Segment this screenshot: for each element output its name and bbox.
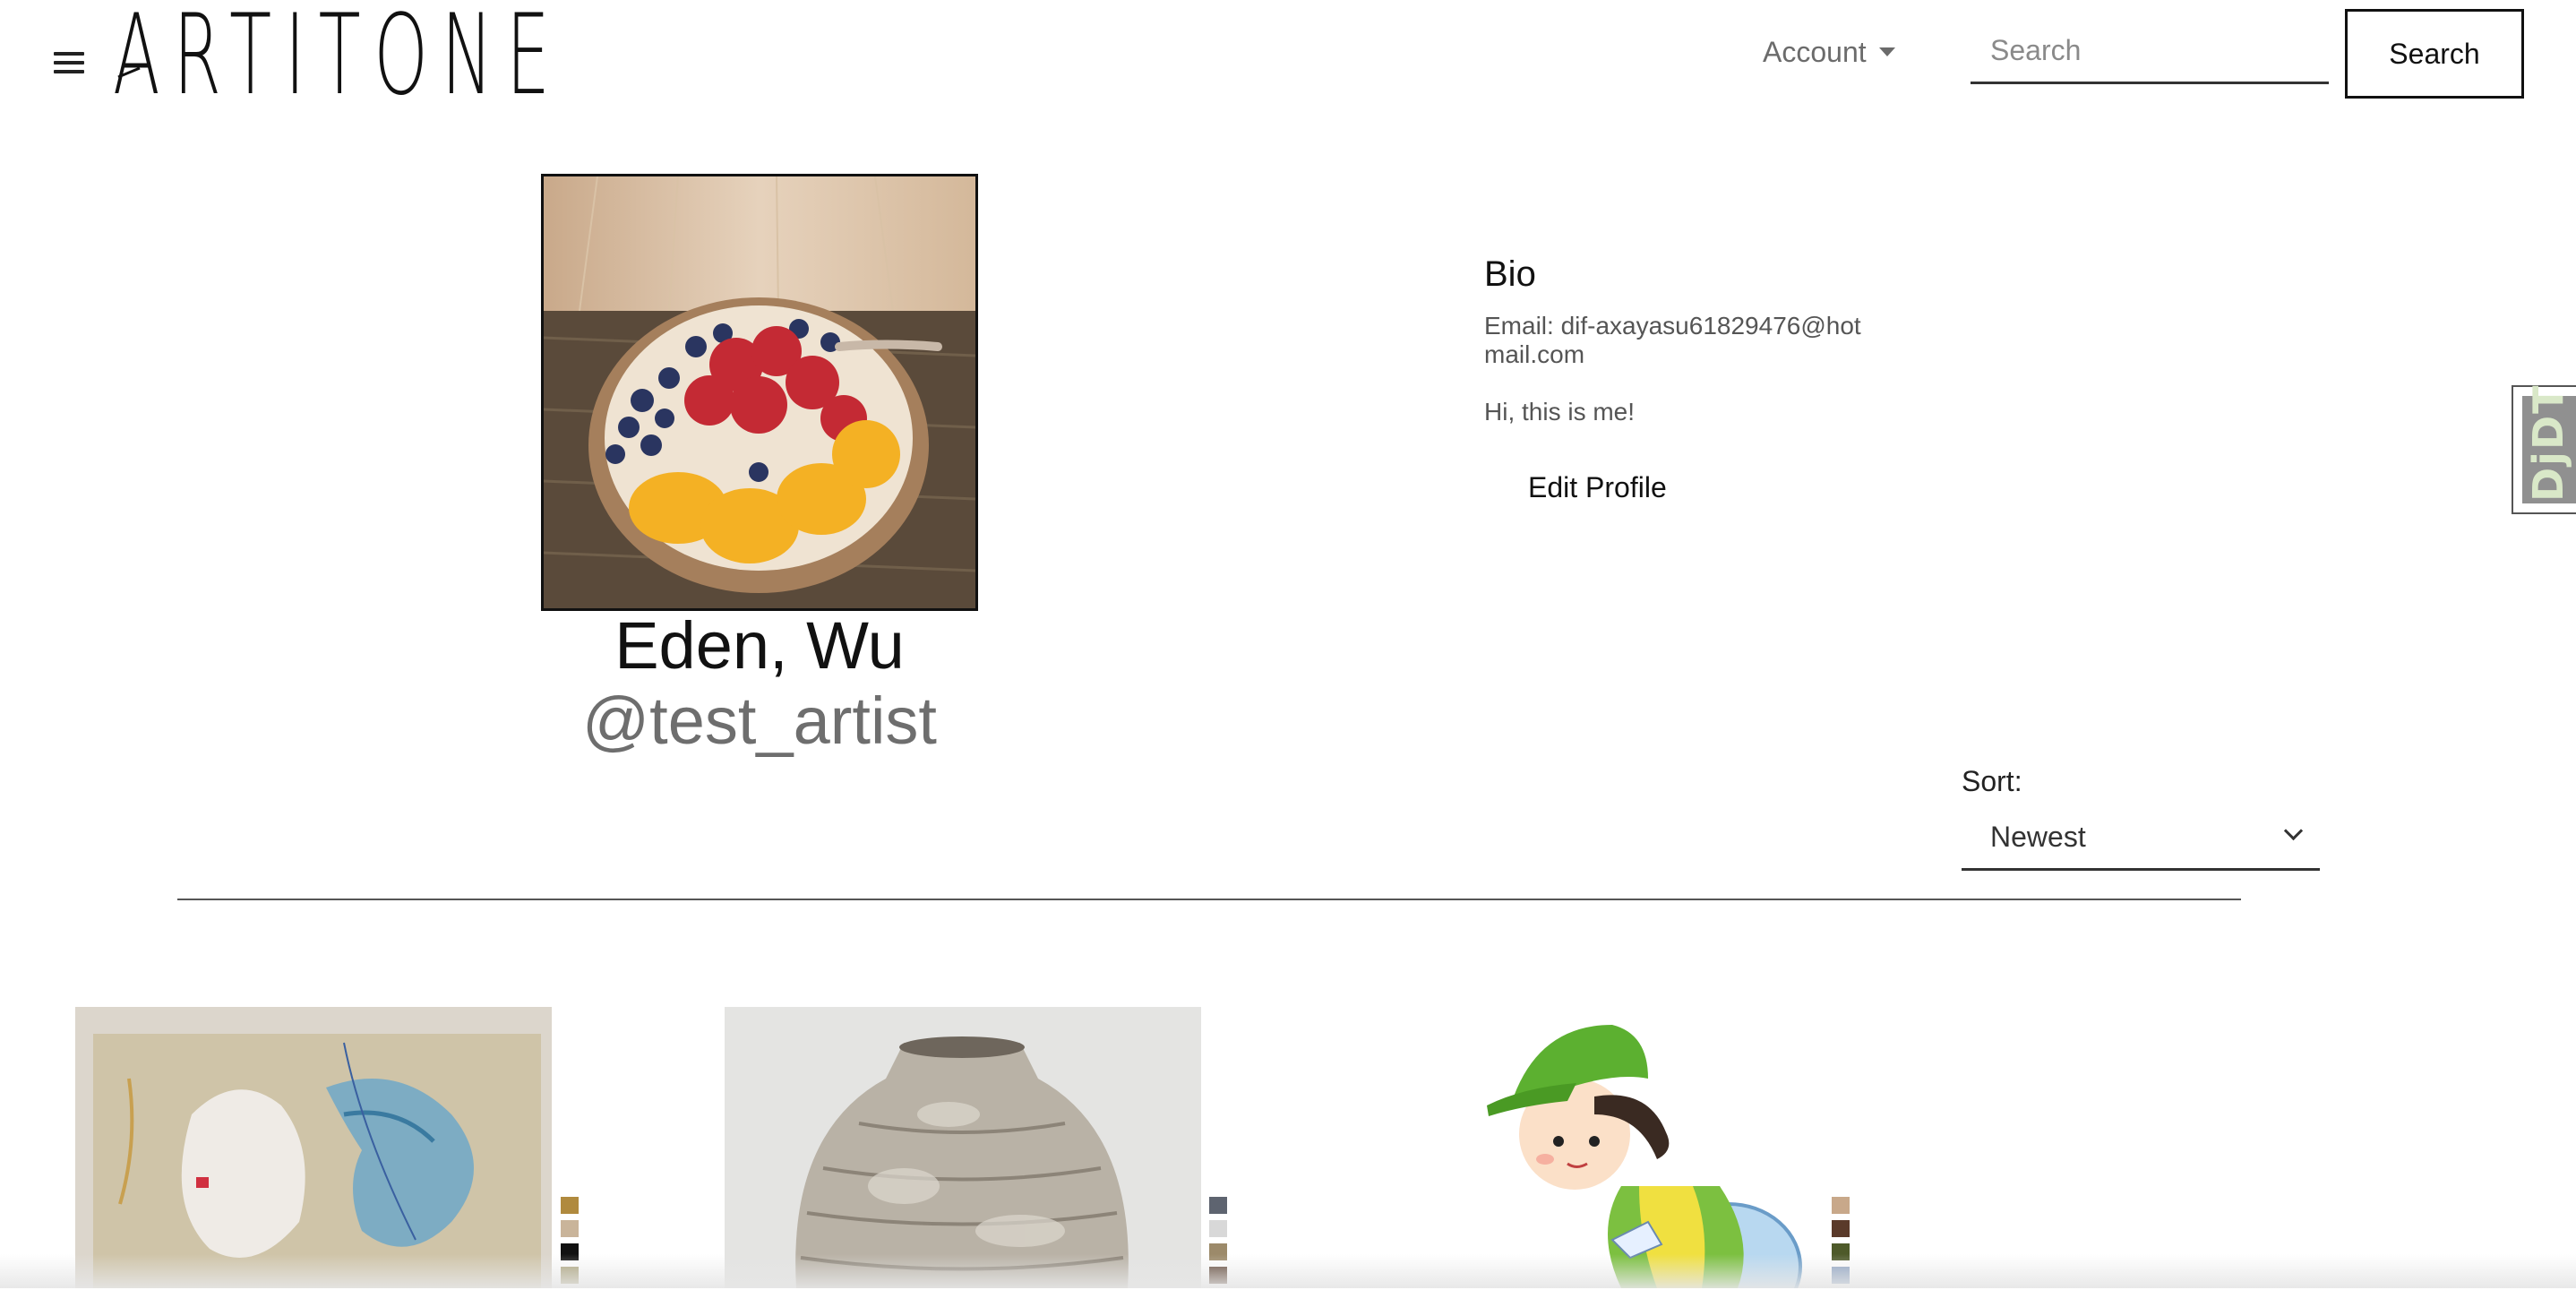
search-button[interactable]: Search xyxy=(2345,9,2524,99)
sort-select[interactable]: Newest xyxy=(1962,808,2320,871)
color-swatch xyxy=(1209,1220,1227,1237)
chevron-down-icon xyxy=(2283,821,2304,841)
bottom-fade xyxy=(0,1254,2576,1288)
menu-icon[interactable] xyxy=(54,50,86,75)
profile-avatar xyxy=(541,174,978,611)
logo[interactable]: ARTITONE xyxy=(113,0,579,111)
ceramic-vase-image xyxy=(725,1007,1201,1288)
illustration-image xyxy=(1469,1007,1827,1288)
edit-profile-button[interactable]: Edit Profile xyxy=(1505,464,1690,512)
abstract-painting-image xyxy=(75,1007,552,1288)
color-swatch xyxy=(1209,1197,1227,1214)
email-text: Email: dif-axayasu61829476@hotmail.com xyxy=(1484,312,1861,368)
artwork-card-3[interactable] xyxy=(1469,1007,1827,1288)
artwork-card-1[interactable] xyxy=(75,1007,552,1288)
search-input[interactable] xyxy=(1971,20,2329,84)
debug-toolbar-handle[interactable]: DjDT xyxy=(2512,383,2576,514)
sort-label: Sort: xyxy=(1962,765,2022,797)
sort-selected-value: Newest xyxy=(1990,821,2086,853)
display-name: Eden, Wu xyxy=(614,608,905,683)
caret-down-icon xyxy=(1878,47,1895,56)
bio-heading: Bio xyxy=(1484,254,1536,294)
color-swatch xyxy=(561,1197,579,1214)
section-divider xyxy=(177,899,2241,900)
debug-toolbar-label: DjDT xyxy=(2524,383,2572,502)
account-dropdown[interactable]: Account xyxy=(1763,36,1895,69)
bio-text: Hi, this is me! xyxy=(1484,398,1636,426)
fruit-bowl-photo xyxy=(544,176,975,608)
logo-mark-icon xyxy=(117,66,141,79)
color-swatch xyxy=(1832,1220,1850,1237)
account-label: Account xyxy=(1763,36,1867,68)
color-swatch xyxy=(1832,1197,1850,1214)
artwork-card-2[interactable] xyxy=(725,1007,1201,1288)
color-swatch xyxy=(561,1220,579,1237)
debug-toolbar-tab: DjDT xyxy=(2522,383,2576,503)
username-handle: @test_artist xyxy=(582,684,937,758)
logo-text: ARTITONE xyxy=(113,0,563,120)
